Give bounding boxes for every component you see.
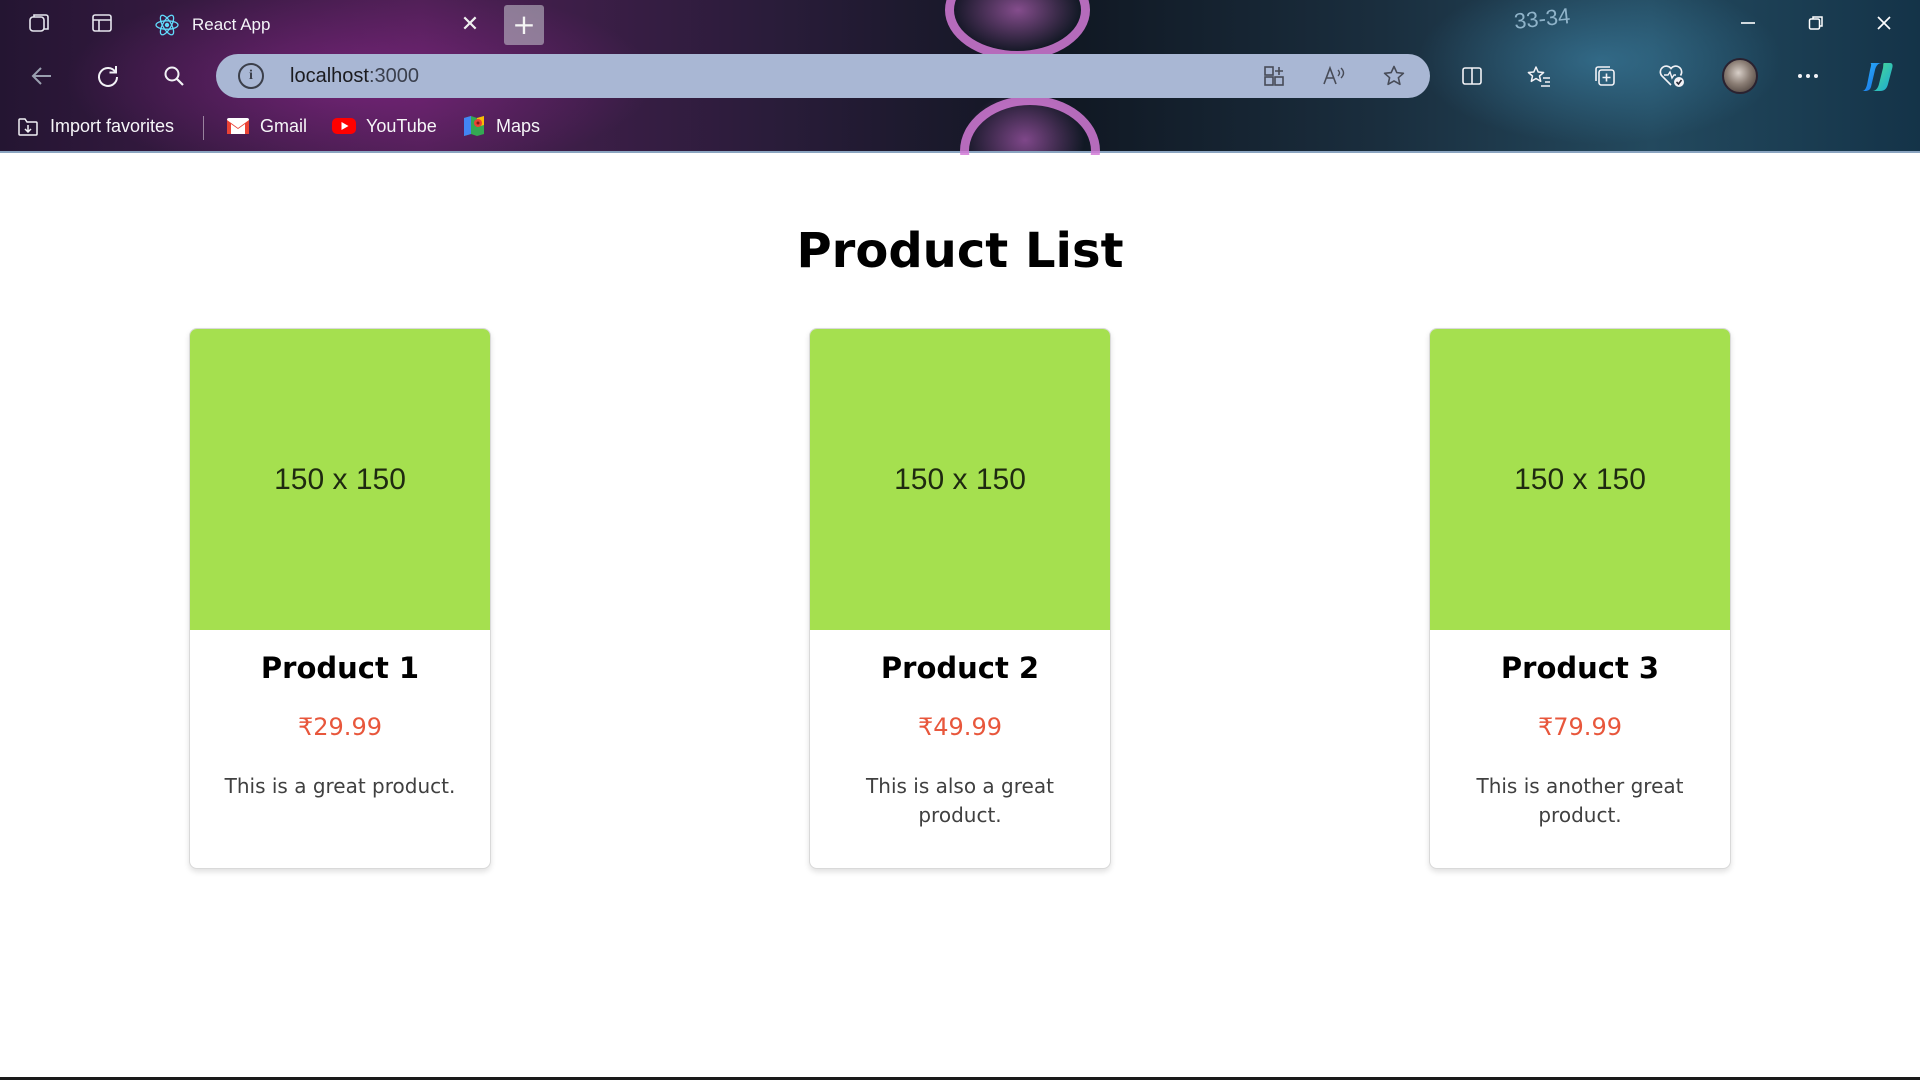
bookmark-label: Maps (496, 115, 541, 136)
product-price: ₹79.99 (1538, 713, 1622, 741)
product-name: Product 3 (1500, 651, 1660, 685)
vertical-tabs-icon[interactable] (87, 8, 117, 38)
refresh-button[interactable] (90, 58, 126, 94)
close-window-button[interactable] (1869, 8, 1899, 38)
product-card: 150 x 150 Product 3 ₹79.99 This is anoth… (1429, 328, 1731, 869)
tab-react-app[interactable]: React App ✕ (140, 4, 490, 44)
bookmark-label: Gmail (260, 115, 308, 136)
address-bar[interactable]: i localhost:3000 (216, 54, 1430, 98)
profile-avatar[interactable] (1722, 58, 1758, 94)
bookmark-youtube[interactable]: YouTube (332, 112, 437, 140)
site-info-icon[interactable]: i (238, 63, 264, 89)
navigation-bar: i localhost:3000 (0, 50, 1920, 102)
url-text[interactable]: localhost:3000 (290, 65, 419, 88)
collections-icon[interactable] (1587, 58, 1623, 94)
react-logo-icon (154, 12, 180, 43)
bookmark-maps[interactable]: Maps (462, 112, 540, 140)
gmail-icon (226, 115, 250, 137)
bookmark-import-favorites[interactable]: Import favorites (16, 112, 174, 140)
split-screen-icon[interactable] (1454, 58, 1490, 94)
product-description: This is also a great product. (866, 774, 1054, 827)
bookmark-label: Import favorites (50, 115, 175, 136)
back-button[interactable] (24, 58, 60, 94)
app-available-icon[interactable] (1260, 62, 1288, 90)
tab-close-icon[interactable]: ✕ (456, 10, 484, 38)
workspaces-icon[interactable] (24, 8, 54, 38)
product-card: 150 x 150 Product 1 ₹29.99 This is a gre… (189, 328, 491, 869)
product-description: This is a great product. (224, 774, 456, 798)
browser-essentials-icon[interactable] (1654, 58, 1690, 94)
read-aloud-icon[interactable] (1320, 62, 1348, 90)
product-name: Product 2 (880, 651, 1040, 685)
product-price: ₹29.99 (298, 713, 382, 741)
import-favorites-icon (16, 115, 40, 137)
search-icon[interactable] (156, 58, 192, 94)
product-price: ₹49.99 (918, 713, 1002, 741)
page-title: Product List (796, 223, 1124, 279)
bookmarks-divider (203, 116, 204, 140)
more-options-icon[interactable] (1790, 58, 1826, 94)
favorite-star-icon[interactable] (1380, 62, 1408, 90)
tab-title: React App (192, 15, 271, 34)
maps-icon (462, 115, 486, 137)
copilot-icon[interactable] (1858, 60, 1894, 94)
bookmark-gmail[interactable]: Gmail (226, 112, 307, 140)
restore-button[interactable] (1801, 8, 1831, 38)
product-image-placeholder: 150 x 150 (190, 329, 490, 630)
browser-chrome: 33-34 React App ✕ + i localhost:3000 Imp… (0, 0, 1920, 206)
bookmark-label: YouTube (366, 115, 437, 136)
bookmarks-bar: Import favorites Gmail YouTube Maps (0, 108, 1920, 144)
page-content: Product List 150 x 150 Product 1 ₹29.99 … (0, 155, 1920, 1077)
product-card: 150 x 150 Product 2 ₹49.99 This is also … (809, 328, 1111, 869)
product-description: This is another great product. (1476, 774, 1684, 827)
tab-bar: React App ✕ + (0, 0, 1920, 46)
product-image-placeholder: 150 x 150 (810, 329, 1110, 630)
new-tab-button[interactable]: + (504, 5, 544, 45)
favorites-icon[interactable] (1521, 58, 1557, 94)
minimize-button[interactable] (1733, 8, 1763, 38)
product-image-placeholder: 150 x 150 (1430, 329, 1730, 630)
youtube-icon (332, 115, 356, 137)
product-name: Product 1 (260, 651, 420, 685)
